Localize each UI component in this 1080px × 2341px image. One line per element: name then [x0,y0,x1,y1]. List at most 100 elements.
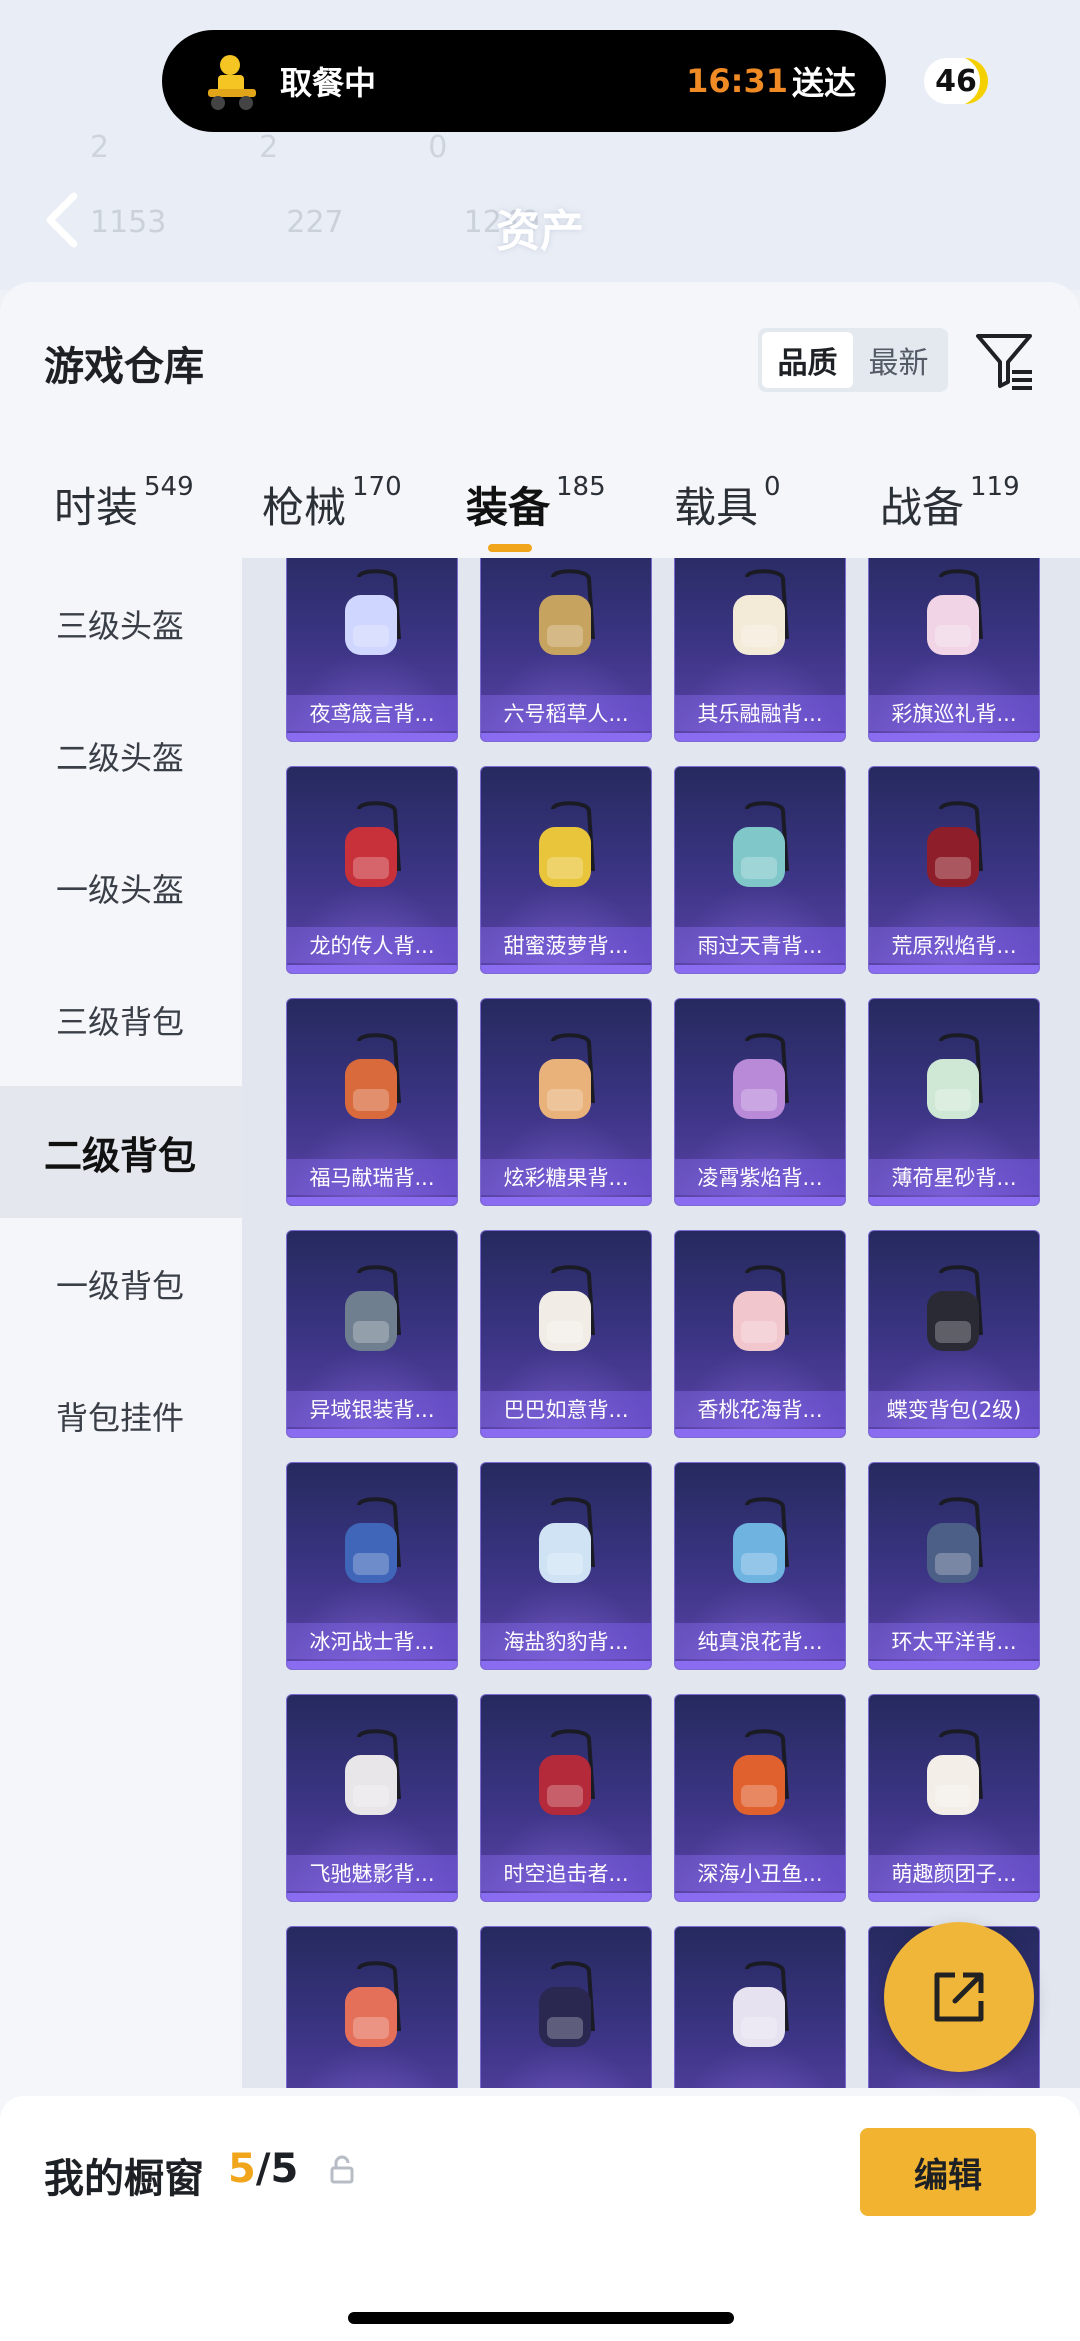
backpack-icon [345,1961,401,2047]
item-card[interactable]: 六号稻草人... [480,558,652,742]
item-quality-bar [287,965,457,973]
sidebar-item-helmet-lv2[interactable]: 二级头盔 [0,690,242,822]
delivery-time: 16:31 [686,62,788,100]
item-card[interactable]: 雨过天青背... [674,766,846,974]
sidebar-item-helmet-lv3[interactable]: 三级头盔 [0,558,242,690]
item-name: 炫彩糖果背... [481,1159,651,1195]
sidebar-item-backpack-lv2[interactable]: 二级背包 [0,1086,242,1218]
showcase-count: 5/5 [228,2146,298,2192]
item-card[interactable]: 凌霄紫焰背... [674,998,846,1206]
item-card[interactable]: 福马献瑞背... [286,998,458,1206]
faded-stat: 2 [90,130,110,165]
item-name: 六号稻草人... [481,695,651,731]
backpack-icon [345,569,401,655]
item-card[interactable]: 飞驰魅影背... [286,1694,458,1902]
filter-icon[interactable] [974,330,1034,392]
sort-option-quality[interactable]: 品质 [762,332,853,388]
item-card[interactable]: 异域银装背... [286,1230,458,1438]
sidebar-item-backpack-pendant[interactable]: 背包挂件 [0,1350,242,1482]
item-name: 环太平洋背... [869,1623,1039,1659]
backpack-icon [733,1265,789,1351]
item-quality-bar [481,1429,651,1437]
item-quality-bar [675,1197,845,1205]
item-card[interactable]: 蝶变背包(2级) [868,1230,1040,1438]
edit-button[interactable]: 编辑 [860,2128,1036,2216]
tab-combat-gear[interactable]: 战备 119 [880,462,1020,562]
tab-count: 170 [352,472,402,502]
backpack-icon [345,1033,401,1119]
item-quality-bar [481,1197,651,1205]
item-card[interactable]: 巴巴如意背... [480,1230,652,1438]
item-card[interactable]: 海盐豹豹背... [480,1462,652,1670]
sort-toggle: 品质 最新 [758,328,948,392]
item-name: 巴巴如意背... [481,1391,651,1427]
item-quality-bar [287,1429,457,1437]
tab-label: 时装 [54,483,139,532]
item-card[interactable] [674,1926,846,2088]
tab-equipment[interactable]: 装备 185 [466,462,606,562]
item-name: 福马献瑞背... [287,1159,457,1195]
item-name: 凌霄紫焰背... [675,1159,845,1195]
item-card[interactable] [286,1926,458,2088]
item-card[interactable]: 环太平洋背... [868,1462,1040,1670]
backpack-icon [539,569,595,655]
item-quality-bar [481,1661,651,1669]
tab-firearms[interactable]: 枪械 170 [262,462,402,562]
item-name: 海盐豹豹背... [481,1623,651,1659]
item-card[interactable]: 荒原烈焰背... [868,766,1040,974]
sidebar-item-helmet-lv1[interactable]: 一级头盔 [0,822,242,954]
sort-option-newest[interactable]: 最新 [853,332,944,388]
item-quality-bar [287,1661,457,1669]
item-name: 薄荷星砂背... [869,1159,1039,1195]
sidebar-item-backpack-lv1[interactable]: 一级背包 [0,1218,242,1350]
backpack-icon [345,1497,401,1583]
item-card[interactable]: 深海小丑鱼... [674,1694,846,1902]
tab-vehicles[interactable]: 载具 0 [674,462,781,562]
faded-stat: 0 [428,130,448,165]
item-card[interactable]: 夜鸢箴言背... [286,558,458,742]
item-card[interactable]: 其乐融融背... [674,558,846,742]
tab-label: 载具 [674,483,759,532]
home-indicator[interactable] [348,2312,734,2324]
item-card[interactable]: 龙的传人背... [286,766,458,974]
lock-icon [330,2155,354,2184]
tab-fashion[interactable]: 时装 549 [54,462,194,562]
share-button[interactable] [884,1922,1034,2072]
item-name: 龙的传人背... [287,927,457,963]
item-grid-scroll[interactable]: 夜鸢箴言背... 六号稻草人... 其乐融融背... 彩旗巡礼背... 龙的传人背...… [242,558,1080,2088]
item-quality-bar [287,733,457,741]
backpack-icon [733,1729,789,1815]
item-name: 异域银装背... [287,1391,457,1427]
showcase-bar: 我的橱窗 5/5 编辑 [0,2096,1080,2341]
item-card[interactable]: 冰河战士背... [286,1462,458,1670]
item-quality-bar [869,1661,1039,1669]
tab-count: 549 [144,472,194,502]
backpack-icon [345,1265,401,1351]
item-card[interactable]: 纯真浪花背... [674,1462,846,1670]
tab-count: 0 [764,472,781,502]
tab-count: 119 [970,472,1020,502]
backpack-icon [539,1265,595,1351]
backpack-icon [539,1961,595,2047]
item-quality-bar [675,733,845,741]
item-card[interactable]: 薄荷星砂背... [868,998,1040,1206]
sidebar-item-backpack-lv3[interactable]: 三级背包 [0,954,242,1086]
item-card[interactable]: 时空追击者... [480,1694,652,1902]
item-quality-bar [481,1893,651,1901]
backpack-icon [927,801,983,887]
delivery-label: 送达 [791,64,856,102]
delivery-status-pill[interactable]: 取餐中 16:31 送达 [162,30,886,132]
item-card[interactable]: 炫彩糖果背... [480,998,652,1206]
item-name: 夜鸢箴言背... [287,695,457,731]
item-name: 飞驰魅影背... [287,1855,457,1891]
showcase-count-current: 5 [228,2146,256,2192]
item-name: 时空追击者... [481,1855,651,1891]
item-card[interactable]: 甜蜜菠萝背... [480,766,652,974]
item-name: 深海小丑鱼... [675,1855,845,1891]
item-card[interactable] [480,1926,652,2088]
coin-badge[interactable]: 46 [924,58,988,104]
item-card[interactable]: 香桃花海背... [674,1230,846,1438]
item-card[interactable]: 彩旗巡礼背... [868,558,1040,742]
item-card[interactable]: 萌趣颜团子... [868,1694,1040,1902]
backpack-icon [927,569,983,655]
